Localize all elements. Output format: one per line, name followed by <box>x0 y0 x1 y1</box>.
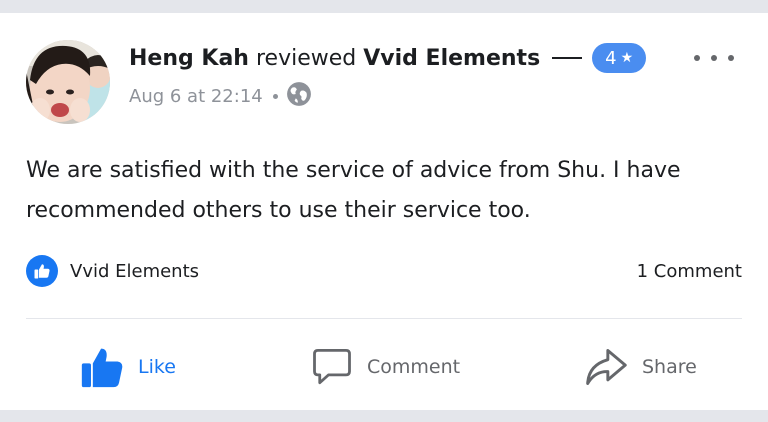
globe-icon[interactable] <box>286 81 312 112</box>
like-button[interactable]: Like <box>80 343 176 391</box>
comment-button[interactable]: Comment <box>311 343 460 391</box>
avatar-photo <box>26 40 110 124</box>
rating-badge: 4 ★ <box>592 43 647 73</box>
like-icon <box>81 348 123 388</box>
rating-value: 4 <box>605 47 617 69</box>
reaction-summary[interactable]: Vvid Elements <box>26 255 200 287</box>
more-dots-icon <box>694 55 700 61</box>
share-label: Share <box>642 356 697 378</box>
actions-divider <box>26 318 742 319</box>
like-label: Like <box>138 356 176 378</box>
star-icon: ★ <box>620 50 634 66</box>
reaction-page-label: Vvid Elements <box>70 260 200 282</box>
post-timestamp[interactable]: Aug 6 at 22:14 <box>129 86 263 107</box>
share-button[interactable]: Share <box>584 343 697 391</box>
comment-label: Comment <box>367 356 461 378</box>
share-icon <box>586 349 627 385</box>
avatar[interactable] <box>26 40 110 124</box>
reviewed-page-name[interactable]: Vvid Elements <box>363 46 540 71</box>
post-meta: Aug 6 at 22:14 <box>129 81 312 112</box>
meta-dot-separator <box>272 93 278 99</box>
post-header: Heng Kah reviewed Vvid Elements 4 ★ <box>129 42 647 74</box>
more-options-button[interactable] <box>694 46 734 70</box>
thumbs-up-icon <box>26 255 58 287</box>
review-text: We are satisfied with the service of adv… <box>26 158 681 223</box>
author-name[interactable]: Heng Kah <box>129 46 249 71</box>
comment-count[interactable]: 1 Comment <box>637 256 742 286</box>
review-verb: reviewed <box>255 45 357 71</box>
separator-dash <box>552 57 583 59</box>
comment-icon <box>313 348 351 385</box>
review-post-card: Heng Kah reviewed Vvid Elements 4 ★ Aug … <box>0 13 768 410</box>
